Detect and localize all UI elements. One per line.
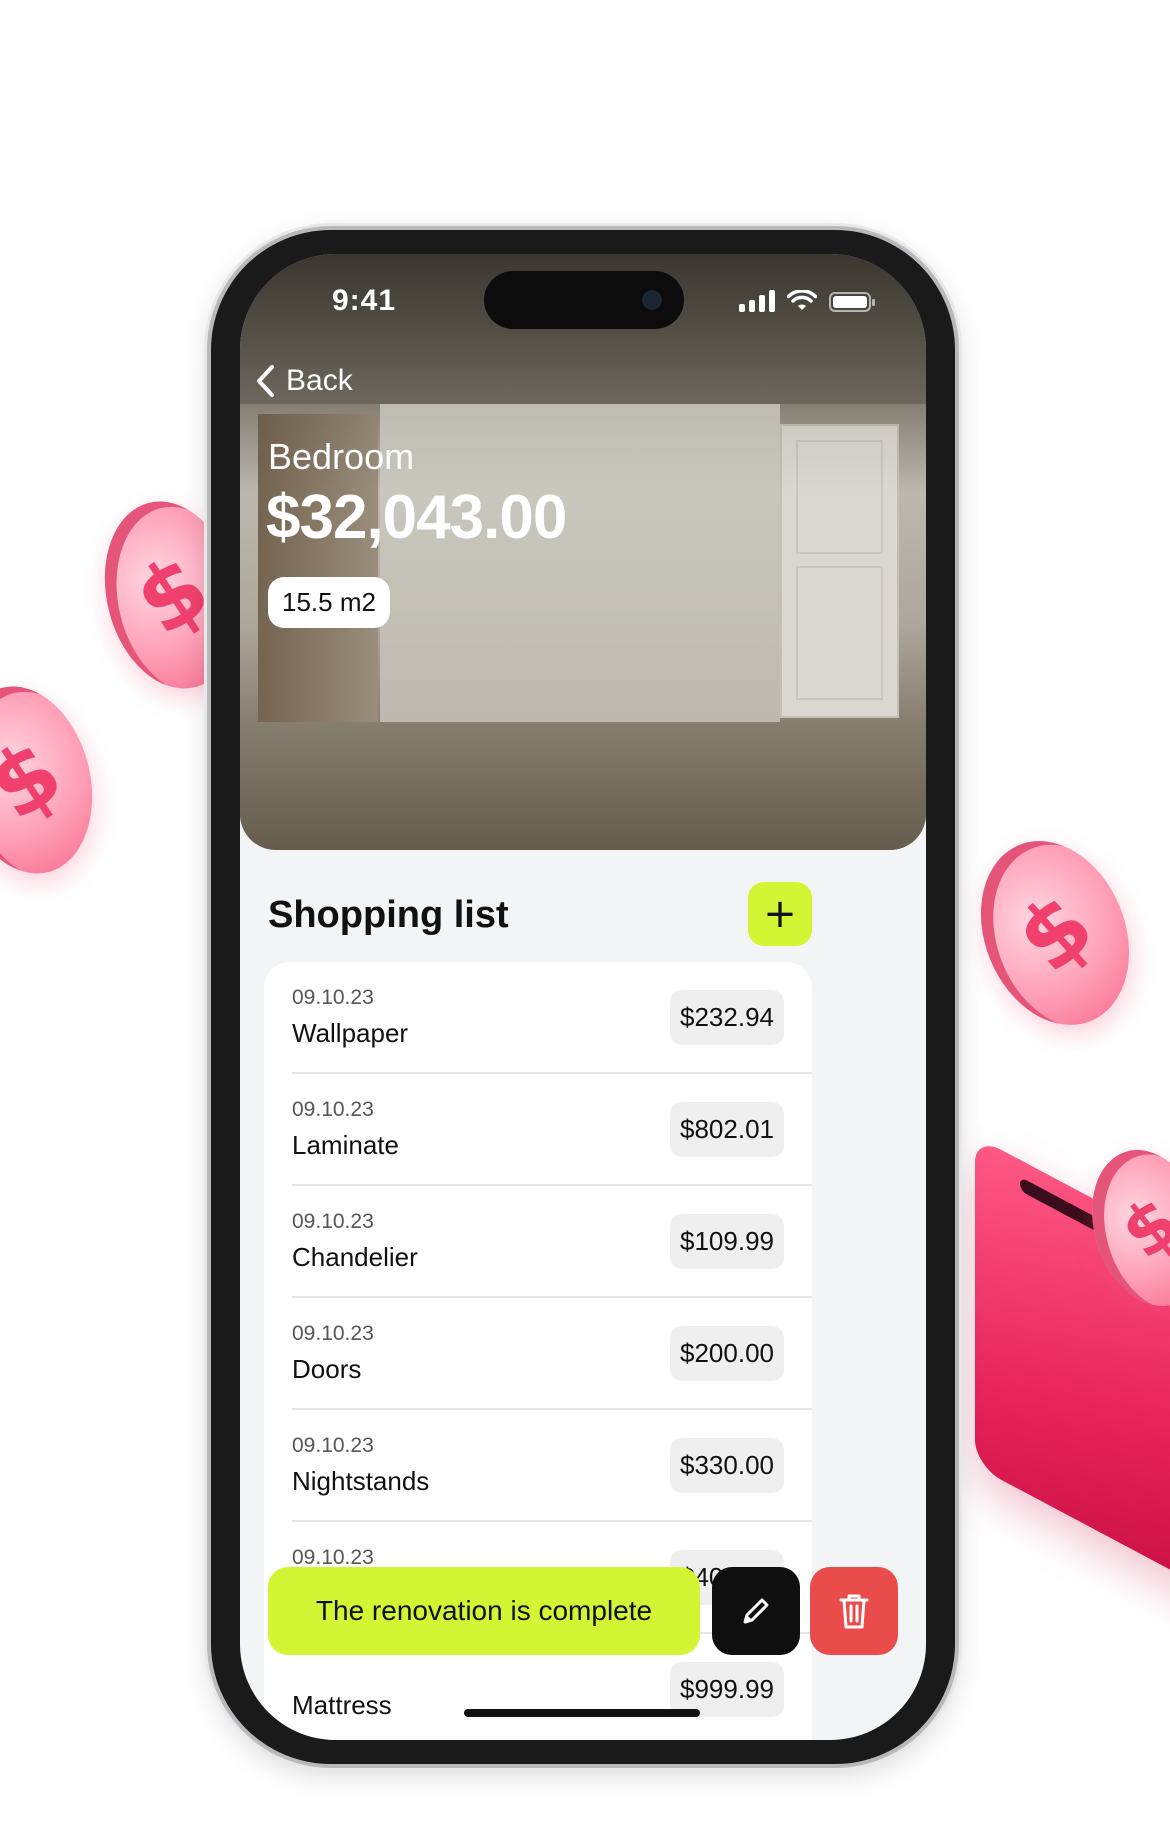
back-button[interactable]: Back [254,364,353,398]
pencil-icon [743,1598,769,1624]
item-price: $109.99 [670,1214,784,1269]
edit-button[interactable] [712,1567,800,1655]
list-item[interactable]: 09.10.23 Chandelier $109.99 [292,1186,812,1298]
item-price: $232.94 [670,990,784,1045]
room-name: Bedroom [268,436,415,477]
item-price: $802.01 [670,1102,784,1157]
coin-symbol: $ [0,718,81,842]
item-date: 09.10.23 [292,1098,374,1121]
item-date: 09.10.23 [292,1322,374,1345]
home-indicator [464,1709,700,1717]
dollar-coin-icon: $ [0,672,112,888]
plus-icon: + [763,891,797,937]
coin-symbol: $ [1105,1180,1170,1276]
item-name: Nightstands [292,1466,430,1496]
item-name: Mattress [292,1690,392,1720]
coin-symbol: $ [996,873,1114,993]
list-item[interactable]: 09.10.23 Doors $200.00 [292,1298,812,1410]
list-item[interactable]: 09.10.23 Laminate $802.01 [292,1074,812,1186]
item-date: 09.10.23 [292,1210,374,1233]
item-date: 09.10.23 [292,986,374,1009]
renovation-complete-button[interactable]: The renovation is complete [268,1567,700,1655]
wifi-icon [787,290,817,310]
phone-frame: 9:41 Back Bedroom $32,043.00 15.5 m2 Sho… [211,230,955,1764]
list-item[interactable]: 09.10.23 Nightstands $330.00 [292,1410,812,1522]
item-name: Laminate [292,1130,399,1160]
item-name: Chandelier [292,1242,418,1272]
status-icons [739,290,875,312]
chevron-left-icon [257,365,274,397]
item-price: $330.00 [670,1438,784,1493]
item-name: Wallpaper [292,1018,409,1048]
delete-button[interactable] [810,1567,898,1655]
signal-icon [739,290,775,312]
room-total-cost: $32,043.00 [266,483,567,552]
dollar-coin-icon: $ [954,818,1156,1048]
status-time: 9:41 [332,284,397,317]
shopping-list-title: Shopping list [268,894,509,936]
dynamic-island [484,271,684,329]
add-item-button[interactable]: + [748,882,812,946]
battery-icon [829,292,875,312]
item-name: Doors [292,1354,362,1384]
area-badge: 15.5 m2 [268,577,390,628]
trash-icon [839,1594,869,1629]
list-item[interactable]: 09.10.23 Wallpaper $232.94 [292,962,812,1074]
item-date: 09.10.23 [292,1434,374,1457]
app-screen: 9:41 Back Bedroom $32,043.00 15.5 m2 Sho… [240,254,926,1740]
item-price: $200.00 [670,1326,784,1381]
back-label: Back [286,364,353,397]
